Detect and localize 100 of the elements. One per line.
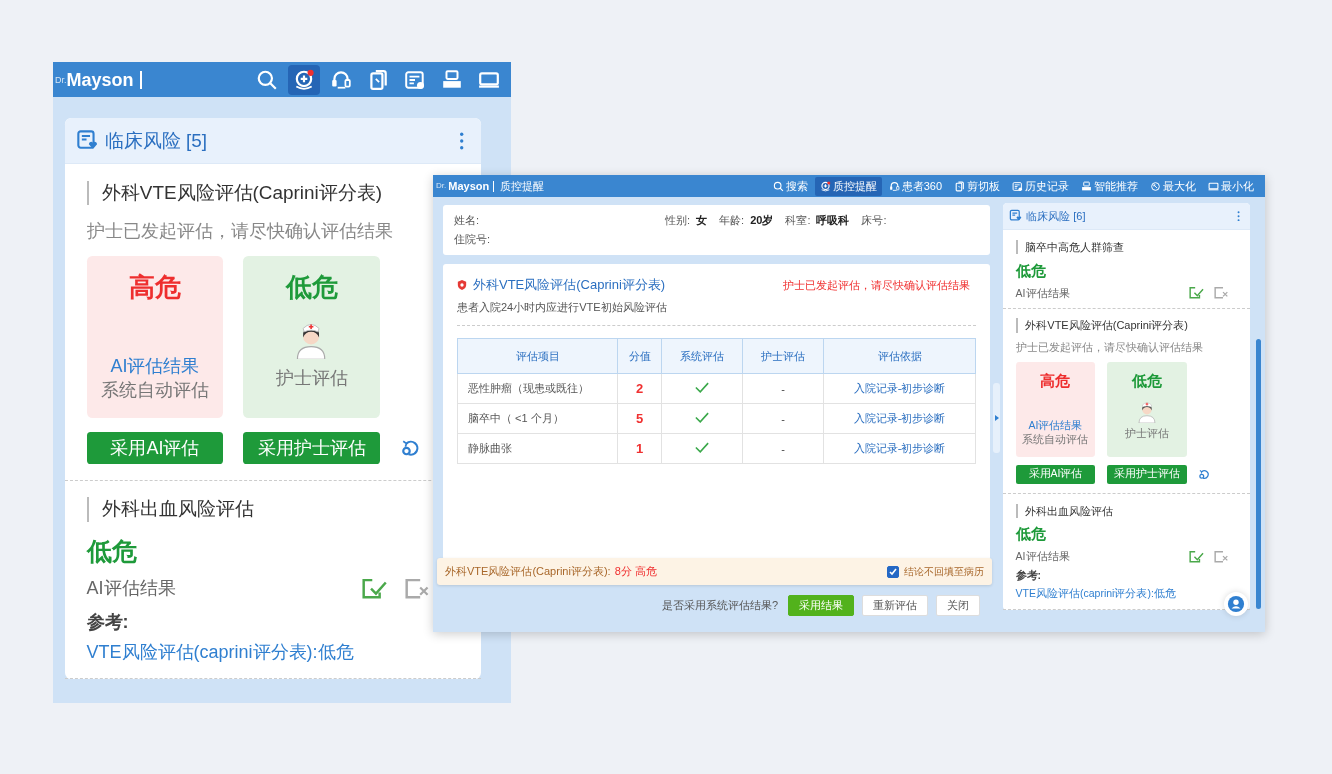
brand-prefix: Dr.: [55, 74, 67, 85]
nurse-figure: [1136, 399, 1157, 424]
box-check-icon[interactable]: [359, 576, 387, 601]
footer-button[interactable]: 关闭: [936, 595, 980, 616]
field-label: 住院号:: [454, 232, 491, 247]
table-cell: 恶性肿瘤（现患或既往）: [457, 373, 618, 404]
box-check-icon[interactable]: [1188, 550, 1204, 564]
list-icon: [404, 68, 426, 91]
adopt-button[interactable]: 采用AI评估: [1015, 465, 1096, 484]
toolbar-button[interactable]: 患者360: [883, 176, 947, 196]
report-icon: [1009, 209, 1023, 223]
toolbar-button[interactable]: 质控提醒: [814, 176, 882, 196]
window-title: 质控提醒: [500, 178, 545, 194]
field-label: 年龄:: [719, 213, 745, 228]
monitor-icon: [1208, 180, 1219, 192]
column-header: 系统评估: [661, 338, 743, 374]
checkbox[interactable]: [887, 565, 899, 578]
document-icon: [954, 180, 965, 192]
rotate-icon[interactable]: [1198, 468, 1211, 481]
table-cell: 静脉曲张: [457, 433, 618, 464]
scrollbar[interactable]: [1256, 339, 1261, 609]
toolbar-button[interactable]: 剪切板: [949, 176, 1005, 196]
panel-title: 临床风险: [1026, 208, 1071, 224]
check-icon: [695, 412, 709, 423]
toolbar-button[interactable]: 搜索: [767, 176, 813, 196]
table-cell: 5: [617, 403, 662, 434]
headset-icon: [888, 180, 900, 192]
table-cell[interactable]: 入院记录-初步诊断: [823, 403, 976, 434]
field-value: 呼吸科: [816, 213, 850, 228]
headset-icon: [330, 68, 352, 91]
toolbar-button[interactable]: 历史记录: [1007, 176, 1074, 196]
list-icon: [1012, 180, 1023, 192]
box-x-icon[interactable]: [1213, 286, 1229, 300]
toolbar-button[interactable]: [288, 64, 320, 95]
risk-rating: 低危: [86, 535, 138, 567]
expand-icon: [1150, 180, 1161, 192]
inbox-icon: [441, 68, 463, 91]
shield-icon: [457, 279, 467, 291]
brand-prefix: Dr.: [436, 182, 447, 190]
risk-rating: 低危: [1015, 261, 1047, 281]
assessment-title[interactable]: 外科VTE风险评估(Caprini评分表): [473, 276, 666, 294]
table-cell: -: [742, 373, 824, 404]
more-icon[interactable]: [1237, 210, 1241, 222]
toolbar-button[interactable]: 智能推荐: [1076, 176, 1143, 196]
card-caption: 护士评估: [1124, 427, 1169, 442]
field-label: 性别:: [665, 213, 691, 228]
table-cell: -: [742, 433, 824, 464]
field-label: 姓名:: [454, 213, 481, 228]
footer-button[interactable]: 采用结果: [788, 595, 854, 616]
table-cell[interactable]: 入院记录-初步诊断: [823, 433, 976, 464]
result-label: 外科VTE风险评估(Caprini评分表):: [445, 564, 611, 579]
alert-text: 护士已发起评估，请尽快确认评估结果: [783, 277, 970, 293]
risk-title: 外科出血风险评估: [86, 497, 430, 523]
table-cell[interactable]: 入院记录-初步诊断: [823, 373, 976, 404]
risk-title: 脑卒中高危人群筛查: [1015, 239, 1229, 255]
box-x-icon[interactable]: [1213, 550, 1229, 564]
assessment-subtitle: 患者入院24小时内应进行VTE初始风险评估: [457, 300, 976, 326]
risk-title: 外科出血风险评估: [1015, 503, 1229, 519]
reference-label: 参考:: [1015, 569, 1043, 584]
document-icon: [367, 68, 389, 91]
field-label: 科室:: [785, 213, 811, 228]
assistant-button[interactable]: [1224, 592, 1248, 616]
column-header: 分值: [617, 338, 662, 374]
field-value: 20岁: [750, 213, 774, 228]
check-icon: [695, 382, 709, 393]
source-label: AI评估结果: [1028, 419, 1083, 434]
inbox-icon: [1081, 180, 1092, 192]
check-icon: [695, 442, 709, 453]
panel-title: 临床风险: [104, 128, 181, 153]
adopt-button[interactable]: 采用护士评估: [1106, 465, 1187, 484]
risk-note: 护士已发起评估，请尽快确认评估结果: [86, 219, 394, 243]
reference-link[interactable]: VTE风险评估(caprini评分表):低危: [86, 639, 354, 664]
medical-cross-icon: [293, 68, 315, 91]
toolbar-button[interactable]: 最大化: [1145, 176, 1201, 196]
toolbar-button[interactable]: 最小化: [1203, 176, 1259, 196]
collapse-handle[interactable]: [993, 382, 1000, 453]
reference-link[interactable]: VTE风险评估(caprini评分表):低危: [1015, 586, 1176, 601]
table-cell: 1: [617, 433, 662, 464]
adopt-button[interactable]: 采用护士评估: [243, 432, 380, 464]
risk-rating: 高危: [129, 271, 181, 305]
card-caption: 系统自动评估: [1022, 433, 1089, 448]
column-header: 评估依据: [823, 338, 976, 374]
brand-name: Mayson: [66, 70, 142, 89]
risk-title: 外科VTE风险评估(Caprini评分表): [86, 180, 430, 206]
risk-rating: 低危: [1015, 525, 1047, 545]
card-caption: 系统自动评估: [101, 378, 209, 402]
medical-cross-icon: [819, 180, 831, 192]
box-check-icon[interactable]: [1188, 286, 1204, 300]
checkbox-label: 结论不回填至病历: [904, 564, 984, 579]
reference-label: 参考:: [86, 611, 130, 635]
field-value: 女: [696, 213, 708, 228]
source-label: AI评估结果: [86, 577, 176, 601]
footer-button[interactable]: 重新评估: [862, 595, 928, 616]
box-x-icon[interactable]: [402, 576, 430, 601]
adopt-button[interactable]: 采用AI评估: [86, 432, 224, 464]
result-score: 8分 高危: [614, 564, 657, 579]
more-icon[interactable]: [459, 131, 465, 150]
source-label: AI评估结果: [110, 354, 200, 378]
table-cell: 2: [617, 373, 662, 404]
table-cell: -: [742, 403, 824, 434]
